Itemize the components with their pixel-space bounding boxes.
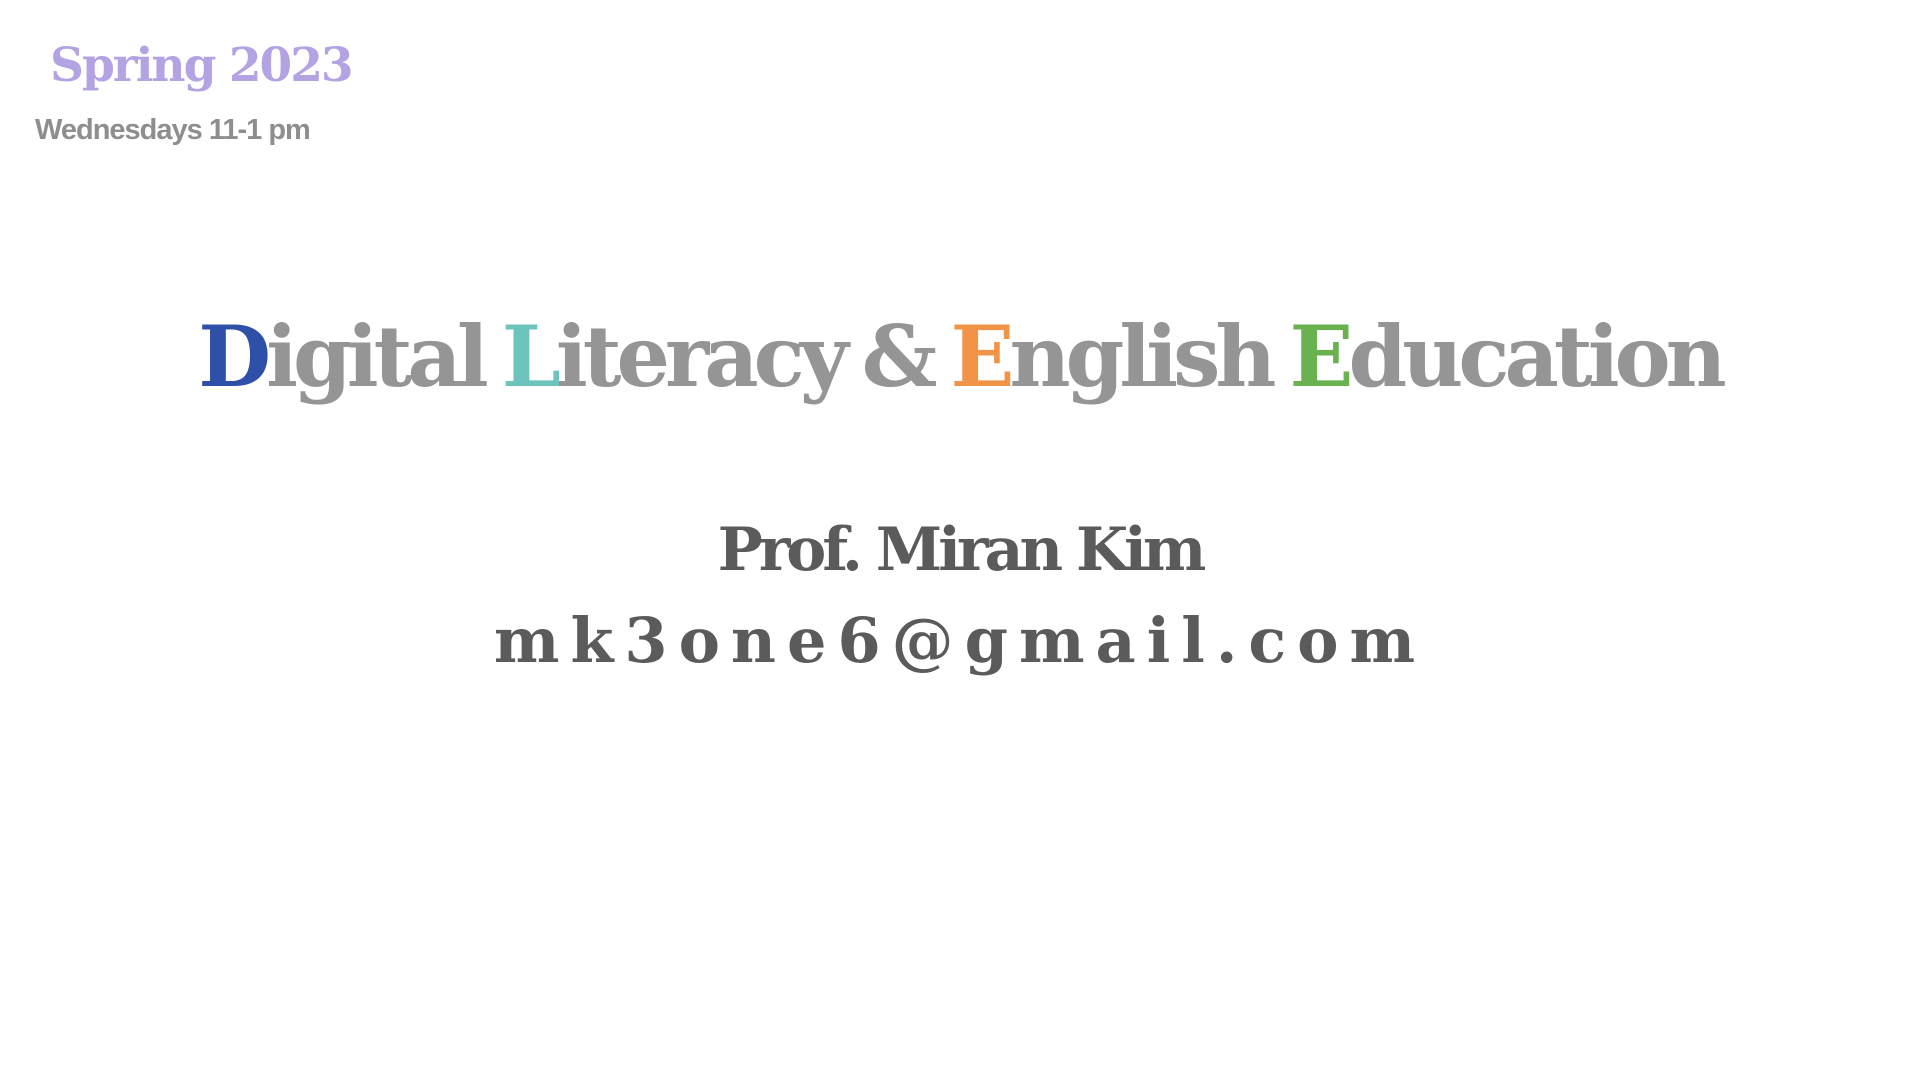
title-word-rest: igital bbox=[266, 307, 489, 406]
course-title: Digital Literacy & English Education bbox=[0, 315, 1920, 399]
title-word-rest: iteracy bbox=[555, 307, 849, 406]
title-word-rest: & bbox=[861, 307, 938, 406]
title-word-rest: nglish bbox=[1009, 307, 1277, 406]
title-word-initial: E bbox=[1289, 307, 1354, 406]
course-term: Spring 2023 bbox=[50, 38, 354, 93]
title-ampersand: & bbox=[861, 307, 938, 406]
instructor-email: mk3one6@gmail.com bbox=[493, 604, 1427, 677]
title-word-initial: E bbox=[950, 307, 1014, 406]
title-word: Literacy bbox=[501, 307, 849, 406]
title-word-initial: D bbox=[198, 307, 271, 406]
title-word: Education bbox=[1289, 307, 1727, 406]
title-word: Digital bbox=[198, 307, 489, 406]
title-slide: Spring 2023 Wednesdays 11-1 pm Digital Li… bbox=[0, 0, 1920, 1080]
title-word-initial: L bbox=[501, 307, 561, 406]
instructor-name: Prof. Miran Kim bbox=[717, 515, 1207, 585]
course-schedule: Wednesdays 11-1 pm bbox=[35, 114, 311, 146]
title-word: English bbox=[950, 307, 1277, 406]
title-word-rest: ducation bbox=[1348, 307, 1727, 406]
